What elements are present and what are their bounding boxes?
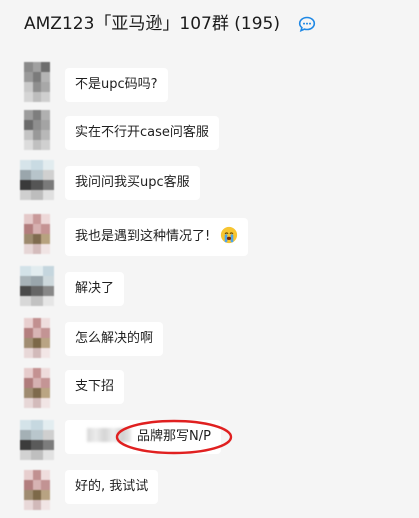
message-list[interactable]: 不是upc码吗? 实在不行开case问客服 我问问我买upc客服 我也是遇到这种…: [0, 0, 419, 518]
message-text: 我问问我买upc客服: [75, 175, 190, 190]
highlight-ellipse-annotation: [115, 419, 233, 455]
message-text: 怎么解决的啊: [75, 331, 154, 346]
avatar[interactable]: [24, 110, 50, 150]
avatar[interactable]: [20, 420, 54, 460]
message-text: 不是upc码吗?: [75, 77, 158, 92]
avatar[interactable]: [20, 266, 54, 306]
message-bubble[interactable]: 支下招: [65, 370, 125, 404]
message-bubble[interactable]: 好的, 我试试: [65, 470, 159, 504]
message-bubble[interactable]: 我也是遇到这种情况了!: [65, 218, 249, 256]
message-bubble[interactable]: 实在不行开case问客服: [65, 116, 219, 150]
message-bubble[interactable]: 怎么解决的啊: [65, 322, 164, 356]
message-text: 我也是遇到这种情况了!: [75, 229, 211, 244]
message-text: 支下招: [75, 379, 115, 394]
avatar[interactable]: [24, 470, 50, 510]
crying-face-icon: [221, 226, 238, 244]
avatar[interactable]: [20, 160, 54, 200]
message-bubble[interactable]: 不是upc码吗?: [65, 68, 168, 102]
message-bubble[interactable]: 我问问我买upc客服: [65, 166, 200, 200]
avatar[interactable]: [24, 62, 50, 102]
avatar[interactable]: [24, 214, 50, 254]
message-bubble[interactable]: 解决了: [65, 272, 125, 306]
message-text: 好的, 我试试: [75, 479, 149, 494]
message-text: 解决了: [75, 281, 115, 296]
avatar[interactable]: [24, 368, 50, 408]
message-text: 实在不行开case问客服: [75, 125, 209, 140]
avatar[interactable]: [24, 318, 50, 358]
